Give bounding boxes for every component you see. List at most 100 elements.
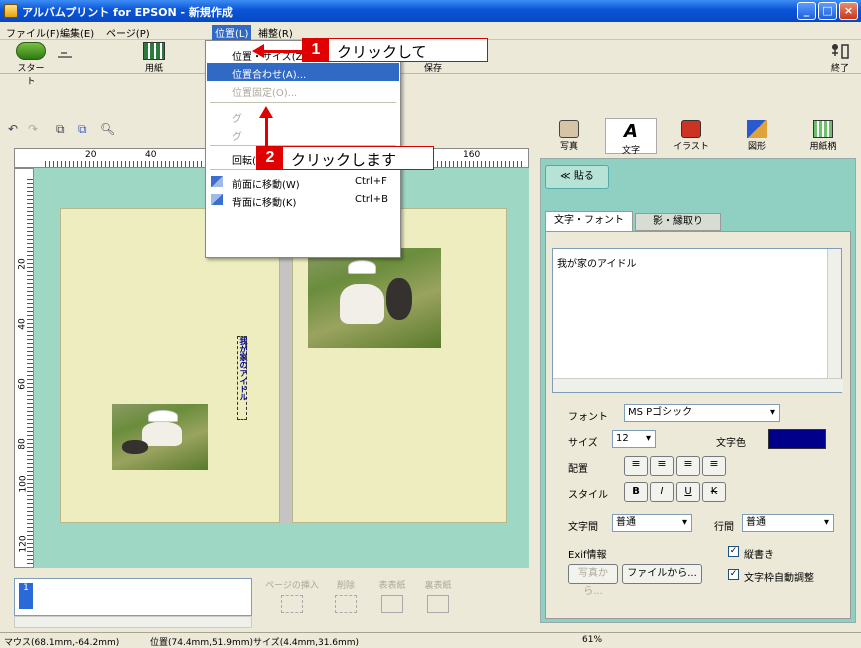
- status-mouse: マウス(68.1mm,-64.2mm): [4, 638, 120, 648]
- vertical-scrollbar[interactable]: [827, 249, 841, 378]
- copy-icon[interactable]: ⧉: [56, 122, 65, 137]
- underline-button[interactable]: U: [676, 482, 700, 502]
- menu-more[interactable]: 補整(R): [258, 25, 293, 40]
- photo-boy-with-cat[interactable]: [308, 248, 441, 348]
- back-cover-button[interactable]: 裏表紙: [418, 578, 458, 614]
- align-left-button[interactable]: ≡: [624, 456, 648, 476]
- zoom-icon[interactable]: 🔍︎: [100, 122, 115, 136]
- menu-item-ungroup[interactable]: グ: [207, 125, 399, 143]
- size-label: サイズ: [568, 438, 598, 449]
- ruler-label: 20: [85, 150, 97, 160]
- tab-shape[interactable]: 図形: [731, 118, 783, 154]
- italic-button[interactable]: I: [650, 482, 674, 502]
- vertical-checkbox[interactable]: ✓: [728, 546, 739, 557]
- align-label: 配置: [568, 464, 588, 475]
- paper-button[interactable]: 用紙: [132, 42, 176, 74]
- from-file-button[interactable]: ファイルから...: [622, 564, 702, 584]
- send-back-icon: [211, 194, 223, 205]
- chevron-down-icon: ▾: [645, 433, 651, 444]
- align-right-button[interactable]: ≡: [676, 456, 700, 476]
- front-cover-button[interactable]: 表表紙: [372, 578, 412, 614]
- tab-illust[interactable]: イラスト: [665, 118, 717, 154]
- font-label: フォント: [568, 412, 608, 423]
- maximize-button[interactable]: □: [818, 2, 837, 20]
- horizontal-scrollbar[interactable]: [553, 378, 843, 392]
- menu-position[interactable]: 位置(L): [212, 25, 252, 40]
- undo-icon[interactable]: ↶: [8, 122, 18, 136]
- redo-icon[interactable]: ↷: [28, 122, 38, 136]
- callout-arrow-2-head: [259, 106, 273, 118]
- size-select[interactable]: 12 ▾: [612, 430, 656, 448]
- text-icon: A: [624, 121, 638, 142]
- page-thumb[interactable]: 1: [19, 583, 33, 609]
- subtab-shadow[interactable]: 影・縁取り: [635, 213, 721, 231]
- paper-label: 用紙: [144, 64, 163, 74]
- paste-icon[interactable]: ⧉: [78, 122, 87, 137]
- exit-icon: [829, 42, 851, 60]
- vertical-ruler: 20 40 60 80 100 120: [14, 168, 34, 568]
- paste-button[interactable]: ≪ 貼る: [545, 165, 609, 189]
- align-center-button[interactable]: ≡: [650, 456, 674, 476]
- strikethrough-button[interactable]: K: [702, 482, 726, 502]
- paper-icon: [143, 42, 165, 60]
- menu-separator: [210, 102, 396, 103]
- tab-paper-pattern[interactable]: 用紙柄: [797, 118, 849, 154]
- menu-page[interactable]: ページ(P): [106, 25, 150, 40]
- shape-icon: [747, 120, 767, 138]
- tab-text[interactable]: A 文字: [605, 118, 657, 156]
- char-spacing-select[interactable]: 普通 ▾: [612, 514, 692, 532]
- text-box-selected[interactable]: 我が家のアイドル: [237, 336, 248, 420]
- page-list[interactable]: 1: [14, 578, 252, 616]
- child-figure: [142, 422, 182, 446]
- save-label: 保存: [423, 64, 442, 74]
- ruler-label: 60: [17, 378, 28, 390]
- close-button[interactable]: ×: [839, 2, 858, 20]
- line-spacing-label: 行間: [714, 522, 734, 533]
- color-label: 文字色: [716, 438, 746, 449]
- callout-number: 2: [257, 147, 283, 169]
- page-scrollbar[interactable]: [14, 616, 252, 628]
- insert-page-button[interactable]: ページの挿入: [264, 578, 320, 614]
- callout-arrow-1-shaft: [262, 50, 302, 53]
- chevron-down-icon: ▾: [769, 407, 775, 418]
- menu-item-align[interactable]: 位置合わせ(A)...: [207, 63, 399, 81]
- color-swatch[interactable]: [768, 429, 826, 449]
- minimize-button[interactable]: _: [797, 2, 816, 20]
- menu-item-send-back[interactable]: 背面に移動(K) Ctrl+B: [207, 191, 399, 209]
- menu-item-lock[interactable]: 位置固定(O)...: [207, 81, 399, 99]
- title-bar: アルバムプリント for EPSON - 新規作成 _ □ ×: [0, 0, 861, 22]
- text-content-area[interactable]: 我が家のアイドル: [552, 248, 843, 393]
- delete-page-button[interactable]: 削除: [328, 578, 364, 614]
- status-bar: マウス(68.1mm,-64.2mm) 位置(74.4mm,51.9mm)サイズ…: [0, 632, 861, 648]
- delete-page-icon: [335, 595, 357, 613]
- from-photo-button[interactable]: 写真から...: [568, 564, 618, 597]
- front-cover-icon: [381, 595, 403, 613]
- ruler-label: 80: [17, 438, 28, 450]
- vertical-text: 我が家のアイドル: [239, 337, 248, 401]
- start-label: スタート: [17, 64, 45, 87]
- menu-item-bring-front[interactable]: 前面に移動(W) Ctrl+F: [207, 173, 399, 191]
- cap: [148, 410, 178, 422]
- menu-edit[interactable]: 編集(E): [60, 25, 94, 40]
- style-label: スタイル: [568, 490, 608, 501]
- bold-button[interactable]: B: [624, 482, 648, 502]
- font-select[interactable]: MS Pゴシック ▾: [624, 404, 780, 422]
- tab-photo[interactable]: 写真: [543, 118, 595, 154]
- menu-file[interactable]: ファイル(F): [6, 25, 60, 40]
- char-spacing-label: 文字間: [568, 522, 598, 533]
- align-justify-button[interactable]: ≡: [702, 456, 726, 476]
- start-button[interactable]: スタート: [14, 42, 48, 87]
- subtab-font[interactable]: 文字・フォント: [545, 211, 633, 231]
- line-spacing-select[interactable]: 普通 ▾: [742, 514, 834, 532]
- menu-item-group[interactable]: グ: [207, 107, 399, 125]
- pattern-icon: [813, 120, 833, 138]
- callout-arrow-2-shaft: [265, 116, 268, 146]
- child-figure: [340, 284, 384, 324]
- auto-adjust-checkbox[interactable]: ✓: [728, 569, 739, 580]
- exit-button[interactable]: 終了: [826, 42, 854, 74]
- photo-girl-with-cat[interactable]: [112, 404, 208, 470]
- exif-label: Exif情報: [568, 550, 607, 561]
- ruler-label: 20: [17, 258, 28, 270]
- exit-label: 終了: [830, 64, 849, 74]
- cat-figure: [122, 440, 148, 454]
